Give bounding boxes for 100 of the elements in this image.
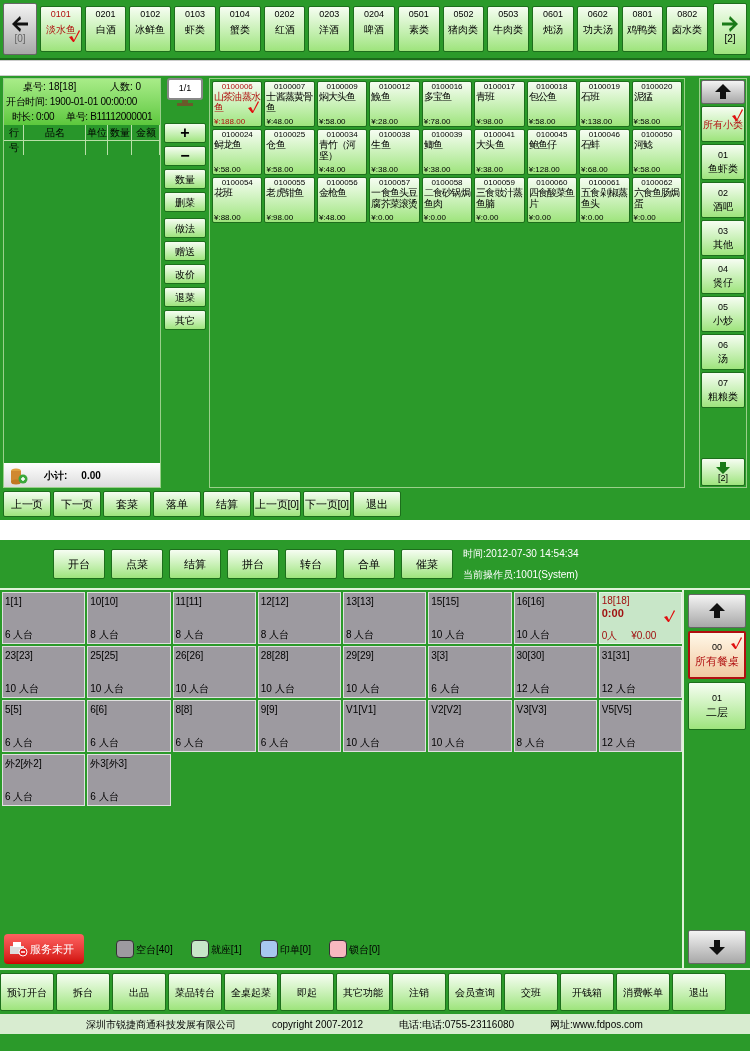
function-button[interactable]: 注销 (392, 973, 446, 1011)
table-tile[interactable]: V5[V5] 12 人台 (598, 700, 682, 752)
action-button[interactable]: 催菜 (401, 549, 453, 579)
dish-button[interactable]: 0100006 山茶油蒸水鱼 ¥:188.00 (212, 81, 263, 127)
scroll-down-button[interactable]: [2] (701, 458, 745, 486)
subcategory-tab[interactable]: 02 酒吧 (701, 182, 745, 218)
edit-button[interactable]: + (164, 123, 206, 143)
edit-button[interactable]: 数量 (164, 169, 206, 189)
category-tab[interactable]: 0204 啤酒 (353, 6, 395, 52)
dish-button[interactable]: 0100017 青班 ¥:98.00 (474, 81, 525, 127)
dish-button[interactable]: 0100025 仓鱼 ¥:58.00 (264, 129, 315, 175)
subcategory-tab[interactable]: 01 鱼虾类 (701, 144, 745, 180)
dish-button[interactable]: 0100041 大头鱼 ¥:38.00 (474, 129, 525, 175)
scroll-down-button[interactable] (688, 930, 746, 964)
dish-button[interactable]: 0100007 士酱蒸黄骨鱼 ¥:48.00 (264, 81, 315, 127)
table-tile[interactable]: 9[9] 6 人台 (257, 700, 341, 752)
table-tile[interactable]: V3[V3] 8 人台 (513, 700, 597, 752)
category-tab[interactable]: 0601 炖汤 (532, 6, 574, 52)
dish-button[interactable]: 0100056 金枪鱼 ¥:48.00 (316, 177, 368, 223)
table-tile[interactable]: 31[31] 12 人台 (598, 646, 682, 698)
dish-button[interactable]: 0100024 鲟龙鱼 ¥:58.00 (212, 129, 263, 175)
dish-button[interactable]: 0100045 鲍鱼仔 ¥:128.00 (526, 129, 578, 175)
table-tile[interactable]: 18[18] 0:00 0人 ¥0.00 (598, 592, 682, 644)
dish-button[interactable]: 0100058 二食砂锅焗鱼肉 ¥:0.00 (421, 177, 473, 223)
edit-button[interactable]: 删菜 (164, 192, 206, 212)
toolbar-button[interactable]: 上一页[0] (253, 491, 301, 517)
input-field[interactable] (0, 60, 750, 76)
table-tile[interactable]: 10[10] 8 人台 (87, 592, 171, 644)
table-tile[interactable]: 13[13] 8 人台 (343, 592, 427, 644)
category-tab[interactable]: 0103 虾类 (174, 6, 216, 52)
table-tile[interactable]: 8[8] 6 人台 (172, 700, 256, 752)
service-status-button[interactable]: 服务未开 (4, 934, 84, 964)
edit-button[interactable]: 赠送 (164, 241, 206, 261)
category-tab[interactable]: 0801 鸡鸭类 (621, 6, 664, 52)
function-button[interactable]: 即起 (280, 973, 334, 1011)
function-button[interactable]: 开钱箱 (560, 973, 614, 1011)
action-button[interactable]: 转台 (285, 549, 337, 579)
table-tile[interactable]: 外2[外2] 6 人台 (2, 754, 86, 806)
dish-button[interactable]: 0100019 石班 ¥:138.00 (579, 81, 630, 127)
area-tab[interactable]: 01 二层 (688, 682, 746, 730)
category-tab[interactable]: 0602 功夫汤 (576, 6, 619, 52)
table-tile[interactable]: 11[11] 8 人台 (172, 592, 256, 644)
dish-button[interactable]: 0100016 多宝鱼 ¥:78.00 (421, 81, 473, 127)
dish-button[interactable]: 0100060 四食酸菜鱼片 ¥:0.00 (526, 177, 578, 223)
table-tile[interactable]: 30[30] 12 人台 (513, 646, 597, 698)
action-button[interactable]: 拼台 (227, 549, 279, 579)
table-tile[interactable]: 29[29] 10 人台 (343, 646, 427, 698)
edit-button[interactable]: 改价 (164, 264, 206, 284)
table-tile[interactable]: 15[15] 10 人台 (428, 592, 512, 644)
function-button[interactable]: 消费帐单 (616, 973, 670, 1011)
table-tile[interactable]: 16[16] 10 人台 (513, 592, 597, 644)
edit-button[interactable]: − (164, 146, 206, 166)
toolbar-button[interactable]: 套菜 (103, 491, 151, 517)
category-tab[interactable]: 0503 牛肉类 (487, 6, 530, 52)
scroll-up-button[interactable] (688, 594, 746, 628)
action-button[interactable]: 合单 (343, 549, 395, 579)
dish-button[interactable]: 0100018 包公鱼 ¥:58.00 (526, 81, 578, 127)
category-tab[interactable]: 0203 洋酒 (308, 6, 351, 52)
dish-button[interactable]: 0100009 焖大头鱼 ¥:58.00 (316, 81, 368, 127)
action-button[interactable]: 结算 (169, 549, 221, 579)
dish-button[interactable]: 0100012 鮸鱼 ¥:28.00 (369, 81, 420, 127)
table-tile[interactable]: 外3[外3] 6 人台 (87, 754, 171, 806)
subcategory-tab[interactable]: 03 其他 (701, 220, 745, 256)
table-tile[interactable]: 26[26] 10 人台 (172, 646, 256, 698)
subcategory-tab[interactable]: 06 汤 (701, 334, 745, 370)
toolbar-button[interactable]: 结算 (203, 491, 251, 517)
category-tab[interactable]: 0104 蟹类 (218, 6, 261, 52)
subcategory-tab[interactable]: 04 煲仔 (701, 258, 745, 294)
function-button[interactable]: 预订开台 (0, 973, 54, 1011)
table-tile[interactable]: V2[V2] 10 人台 (428, 700, 512, 752)
toolbar-button[interactable]: 下一页 (53, 491, 101, 517)
dish-button[interactable]: 0100057 一食鱼头豆腐芥菜滚烫 ¥:0.00 (369, 177, 420, 223)
dish-button[interactable]: 0100020 泥猛 ¥:58.00 (631, 81, 682, 127)
dish-button[interactable]: 0100046 石蚌 ¥:68.00 (579, 129, 630, 175)
table-tile[interactable]: 3[3] 6 人台 (428, 646, 512, 698)
function-button[interactable]: 拆台 (56, 973, 110, 1011)
function-button[interactable]: 交班 (504, 973, 558, 1011)
function-button[interactable]: 其它功能 (336, 973, 390, 1011)
category-tab[interactable]: 0202 红酒 (263, 6, 306, 52)
next-page-button[interactable]: [2] (713, 3, 747, 55)
edit-button[interactable]: 退菜 (164, 287, 206, 307)
category-tab[interactable]: 0201 白酒 (84, 6, 127, 52)
dish-button[interactable]: 0100038 生鱼 ¥:38.00 (369, 129, 420, 175)
category-tab[interactable]: 0501 素类 (397, 6, 440, 52)
category-tab[interactable]: 0802 卤水类 (666, 6, 708, 52)
dish-button[interactable]: 0100061 五食剁椒蒸鱼头 ¥:0.00 (579, 177, 630, 223)
function-button[interactable]: 会员查询 (448, 973, 502, 1011)
table-tile[interactable]: 23[23] 10 人台 (2, 646, 86, 698)
area-tab[interactable]: 00 所有餐桌 (688, 631, 746, 679)
table-tile[interactable]: 25[25] 10 人台 (87, 646, 171, 698)
scroll-up-button[interactable] (701, 80, 745, 104)
table-tile[interactable]: 1[1] 6 人台 (2, 592, 86, 644)
dish-button[interactable]: 0100059 三食豉汁蒸鱼腩 ¥:0.00 (474, 177, 525, 223)
table-tile[interactable]: 12[12] 8 人台 (257, 592, 341, 644)
edit-button[interactable]: 其它 (164, 310, 206, 330)
toolbar-button[interactable]: 落单 (153, 491, 201, 517)
category-tab[interactable]: 0102 冰鲜鱼 (129, 6, 172, 52)
dish-button[interactable]: 0100050 河鲶 ¥:58.00 (631, 129, 682, 175)
subcategory-tab[interactable]: 07 粗粮类 (701, 372, 745, 408)
subcategory-tab[interactable]: 所有小类 (701, 106, 745, 142)
